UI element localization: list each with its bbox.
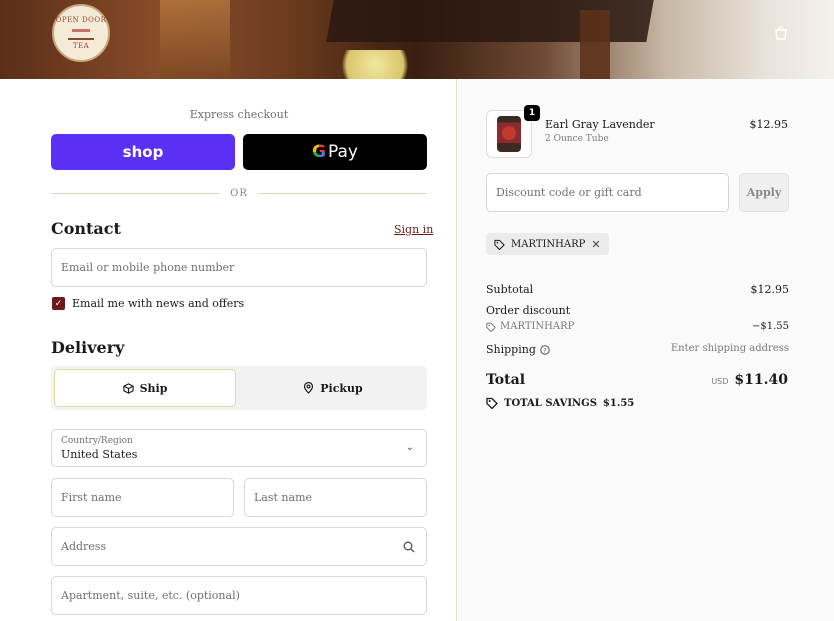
or-divider: OR	[51, 185, 428, 201]
first-name-field[interactable]: First name	[51, 478, 234, 517]
first-name-placeholder: First name	[61, 491, 122, 504]
discount-code-input[interactable]: Discount code or gift card	[486, 173, 729, 212]
banner-photo-chair-back	[580, 10, 610, 79]
quantity-badge: 1	[524, 105, 540, 121]
order-summary: 1 Earl Gray Lavender 2 Ounce Tube $12.95…	[458, 79, 834, 621]
savings-label: TOTAL SAVINGS	[504, 397, 597, 409]
discount-detail-row: MARTINHARP −$1.55	[486, 321, 789, 332]
help-icon[interactable]: ?	[540, 344, 550, 355]
product-name: Earl Gray Lavender	[545, 118, 655, 131]
google-pay-button[interactable]: G Pay	[243, 134, 427, 170]
store-logo[interactable]: OPEN DOOR TEA	[52, 4, 110, 62]
last-name-placeholder: Last name	[254, 491, 313, 504]
subtotal-value: $12.95	[750, 283, 790, 296]
total-value: USD $11.40	[711, 372, 788, 388]
address-field[interactable]: Address	[51, 527, 427, 566]
box-icon	[122, 382, 134, 394]
email-field[interactable]: Email or mobile phone number	[51, 248, 427, 287]
order-discount-label: Order discount	[486, 304, 571, 317]
discount-placeholder: Discount code or gift card	[496, 186, 642, 199]
contact-heading: Contact	[51, 219, 121, 238]
apply-discount-button[interactable]: Apply	[739, 173, 789, 212]
banner-photo-flowers	[330, 50, 420, 79]
express-checkout-label: Express checkout	[189, 108, 289, 121]
address-placeholder: Address	[61, 540, 107, 553]
email-placeholder: Email or mobile phone number	[61, 261, 235, 274]
total-currency: USD	[711, 377, 729, 386]
delivery-heading: Delivery	[51, 338, 125, 357]
total-amount: $11.40	[734, 372, 788, 388]
banner-photo-chair	[160, 0, 230, 79]
last-name-field[interactable]: Last name	[244, 478, 427, 517]
tag-icon	[494, 239, 505, 250]
tag-icon	[486, 322, 496, 332]
newsletter-label: Email me with news and offers	[72, 297, 245, 310]
country-label: Country/Region	[61, 436, 133, 446]
search-icon	[403, 541, 415, 553]
remove-discount-icon[interactable]: ✕	[591, 238, 600, 251]
tab-ship-label: Ship	[139, 381, 168, 395]
checkout-form: Express checkout shop G Pay OR Contact S…	[0, 79, 457, 621]
chevron-down-icon: ⌄	[405, 442, 414, 453]
total-savings: TOTAL SAVINGS $1.55	[486, 397, 634, 409]
tag-icon	[486, 397, 498, 409]
shipping-value: Enter shipping address	[670, 343, 789, 354]
subtotal-label: Subtotal	[486, 283, 534, 296]
country-value: United States	[61, 448, 138, 461]
shipping-row: Shipping ? Enter shipping address	[486, 343, 789, 356]
subtotal-row: Subtotal $12.95	[486, 283, 789, 296]
checkmark-icon[interactable]: ✓	[52, 297, 65, 310]
tab-pickup[interactable]: Pickup	[242, 369, 424, 407]
logo-text-top: OPEN DOOR	[55, 16, 107, 24]
apartment-field[interactable]: Apartment, suite, etc. (optional)	[51, 576, 427, 615]
shopping-bag-icon[interactable]	[774, 26, 788, 40]
discount-code-label: MARTINHARP	[500, 321, 575, 332]
product-price: $12.95	[749, 118, 789, 131]
tab-ship[interactable]: Ship	[54, 369, 236, 407]
delivery-method-tabs: Ship Pickup	[51, 366, 427, 410]
tab-pickup-label: Pickup	[320, 381, 363, 395]
logo-table-icon	[68, 26, 94, 40]
order-discount-row: Order discount	[486, 304, 789, 317]
applied-code-label: MARTINHARP	[511, 238, 586, 250]
tea-tin-image	[497, 116, 521, 152]
google-pay-label: Pay	[328, 142, 358, 162]
sign-in-link[interactable]: Sign in	[394, 223, 433, 236]
location-pin-icon	[303, 382, 314, 394]
header-banner: OPEN DOOR TEA	[0, 0, 834, 79]
product-variant: 2 Ounce Tube	[545, 134, 609, 144]
google-g-icon: G	[312, 142, 326, 162]
discount-value: −$1.55	[751, 321, 789, 332]
total-label: Total	[486, 372, 526, 388]
svg-text:?: ?	[543, 346, 546, 354]
savings-value: $1.55	[602, 397, 635, 409]
country-select[interactable]: Country/Region United States ⌄	[51, 429, 427, 467]
or-label: OR	[230, 187, 248, 199]
shop-pay-button[interactable]: shop	[51, 134, 235, 170]
apartment-placeholder: Apartment, suite, etc. (optional)	[61, 589, 240, 602]
shipping-label: Shipping	[486, 343, 536, 356]
applied-discount-tag: MARTINHARP ✕	[486, 233, 609, 255]
logo-text-bottom: TEA	[72, 42, 90, 50]
newsletter-option[interactable]: ✓ Email me with news and offers	[52, 297, 244, 310]
